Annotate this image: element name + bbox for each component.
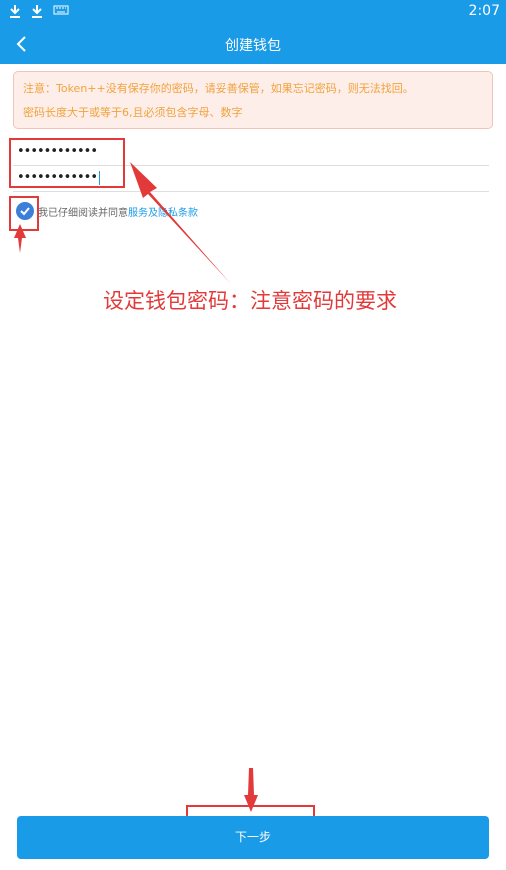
- annotation-arrow-password: [130, 162, 231, 284]
- annotation-arrow-checkbox: [14, 224, 26, 253]
- annotation-arrows: [14, 162, 258, 812]
- annotation-arrow-next: [244, 768, 258, 812]
- annotation-text: 设定钱包密码：注意密码的要求: [103, 289, 397, 313]
- next-button[interactable]: 下一步: [17, 816, 489, 859]
